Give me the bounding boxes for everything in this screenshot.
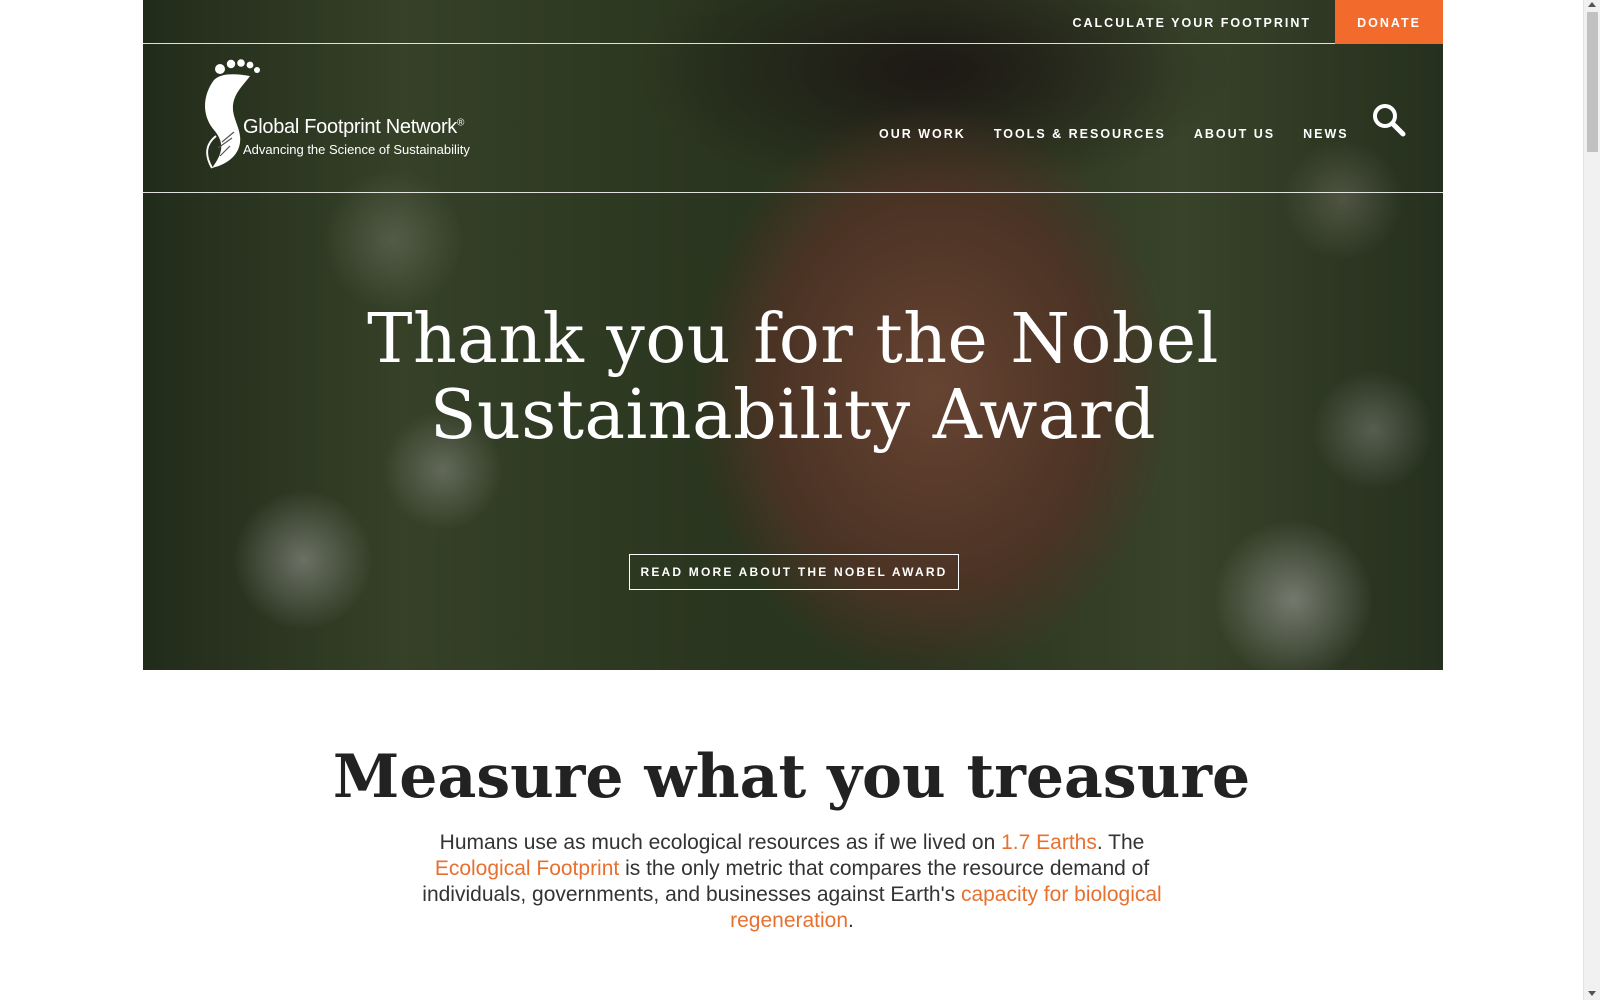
- search-icon[interactable]: [1371, 102, 1407, 138]
- calculate-footprint-link[interactable]: CALCULATE YOUR FOOTPRINT: [1072, 0, 1311, 44]
- hero-title-line-1: Thank you for the Nobel: [367, 300, 1219, 379]
- scroll-down-arrow-icon[interactable]: [1588, 991, 1596, 996]
- scroll-up-arrow-icon[interactable]: [1588, 2, 1596, 7]
- intro-paragraph: Humans use as much ecological resources …: [404, 830, 1180, 934]
- earths-link[interactable]: 1.7 Earths: [1001, 831, 1097, 854]
- ecological-footprint-link[interactable]: Ecological Footprint: [435, 857, 619, 880]
- intro-text-4: .: [848, 909, 854, 932]
- section-heading: Measure what you treasure: [332, 742, 1251, 812]
- nav-item-about-us[interactable]: ABOUT US: [1194, 127, 1275, 141]
- nav-item-tools-resources[interactable]: TOOLS & RESOURCES: [994, 127, 1166, 141]
- page-scrollbar[interactable]: [1583, 0, 1600, 1000]
- logo-title: Global Footprint Network®: [243, 116, 465, 138]
- nav-item-our-work[interactable]: OUR WORK: [879, 127, 966, 141]
- hero-banner: CALCULATE YOUR FOOTPRINT DONATE Global F…: [143, 0, 1443, 670]
- donate-button[interactable]: DONATE: [1335, 0, 1443, 44]
- primary-nav: OUR WORK TOOLS & RESOURCES ABOUT US NEWS: [879, 127, 1349, 141]
- hero-title-line-2: Sustainability Award: [429, 376, 1157, 455]
- intro-text-2: . The: [1096, 831, 1145, 854]
- scrollbar-thumb[interactable]: [1587, 12, 1598, 152]
- intro-text-1: Humans use as much ecological resources …: [439, 831, 1002, 854]
- hero-title: Thank you for the Nobel Sustainability A…: [143, 302, 1443, 454]
- site-logo[interactable]: Global Footprint Network® Advancing the …: [200, 56, 500, 176]
- nav-item-news[interactable]: NEWS: [1303, 127, 1349, 141]
- main-navigation: Global Footprint Network® Advancing the …: [143, 44, 1443, 193]
- logo-tagline: Advancing the Science of Sustainability: [243, 142, 470, 157]
- nobel-award-button[interactable]: READ MORE ABOUT THE NOBEL AWARD: [629, 554, 959, 590]
- utility-bar: CALCULATE YOUR FOOTPRINT DONATE: [143, 0, 1443, 44]
